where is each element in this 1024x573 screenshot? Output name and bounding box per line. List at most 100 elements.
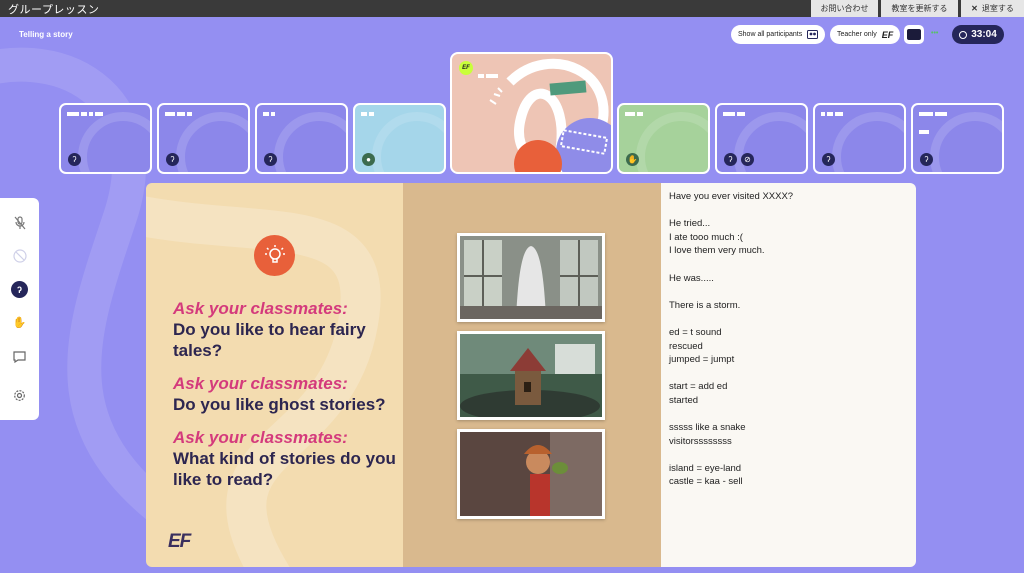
tile-decoration (274, 112, 346, 172)
note-line: I ate tooo much :( (669, 231, 743, 243)
app-title: グループレッスン (8, 3, 100, 16)
ef-logo-small: EF (881, 29, 894, 40)
note-line: I love them very much. (669, 245, 765, 257)
raise-hand-button[interactable]: ✋ (11, 314, 28, 331)
microphone-toggle[interactable] (11, 214, 28, 231)
teacher-ef-badge: EF (459, 61, 473, 75)
leave-room-label: 退室する (981, 4, 1014, 13)
ear-icon: ʔ (16, 284, 22, 295)
participant-tile[interactable]: ʔ (911, 103, 1004, 174)
ear-icon: ʔ (68, 153, 81, 166)
note-line: visitorssssssss (669, 435, 732, 447)
participant-name-redacted (723, 112, 763, 117)
participant-tile[interactable]: ʔ (59, 103, 152, 174)
ear-icon: ʔ (264, 153, 277, 166)
participant-tile[interactable]: ʔ (157, 103, 250, 174)
teacher-only-toggle[interactable]: Teacher only EF (830, 25, 901, 44)
ear-icon: ʔ (166, 153, 179, 166)
connection-indicator: ••• (931, 30, 939, 37)
participant-name-redacted (919, 112, 959, 134)
tile-decoration (832, 112, 904, 172)
prompt-heading: Ask your classmates: (173, 428, 348, 447)
note-line: sssss like a snake (669, 422, 746, 434)
message-button[interactable] (904, 25, 924, 44)
participant-tile[interactable]: ʔ ⊘ (715, 103, 808, 174)
camera-toggle[interactable] (11, 247, 28, 264)
prompt-2: Ask your classmates: Do you like ghost s… (173, 374, 403, 415)
prompt-question: Do you like ghost stories? (173, 395, 386, 414)
participant-name-redacted (821, 112, 861, 117)
gear-icon (14, 390, 25, 401)
note-line: jumped = jumpt (669, 354, 735, 366)
teacher-only-label: Teacher only (837, 31, 877, 38)
system-bar: グループレッスン お問い合わせ 教室を更新する ✕ 退室する (0, 0, 1024, 17)
note-line: rescued (669, 340, 703, 352)
note-line: He was..... (669, 272, 714, 284)
ghost-photo (457, 233, 605, 322)
note-line (669, 448, 908, 462)
chat-icon (13, 350, 26, 363)
participant-tile[interactable]: ✋ (617, 103, 710, 174)
hand-icon: ✋ (12, 317, 27, 329)
prompt-1: Ask your classmates: Do you like to hear… (173, 299, 403, 361)
note-line (669, 285, 908, 299)
lesson-timer: 33:04 (952, 25, 1004, 44)
tile-decoration (78, 112, 150, 172)
prompt-question: Do you like to hear fairy tales? (173, 320, 366, 360)
participant-name-redacted (67, 112, 107, 117)
timer-value: 33:04 (971, 29, 997, 40)
note-line: island = eye-land (669, 462, 742, 474)
settings-button[interactable] (11, 387, 28, 404)
hand-icon: ✋ (626, 153, 639, 166)
prompt-heading: Ask your classmates: (173, 299, 348, 318)
contact-button[interactable]: お問い合わせ (808, 0, 878, 17)
frog-prince-photo (457, 429, 605, 519)
participants-icon (807, 30, 819, 39)
refresh-classroom-button[interactable]: 教室を更新する (878, 0, 958, 17)
tile-decoration (930, 112, 1002, 172)
participant-tile[interactable]: ʔ (813, 103, 906, 174)
prompt-question: What kind of stories do you like to read… (173, 449, 396, 489)
fairy-house-photo (457, 331, 605, 420)
ear-icon: ʔ (822, 153, 835, 166)
ef-logo: EF (168, 531, 191, 552)
participant-tile[interactable]: ● (353, 103, 446, 174)
note-line: start = add ed (669, 381, 728, 393)
participant-name-redacted (263, 112, 303, 117)
note-line (669, 312, 908, 326)
note-line: Have you ever visited XXXX? (669, 191, 794, 202)
ear-icon: ʔ (920, 153, 933, 166)
teacher-video-tile[interactable]: EF (450, 52, 613, 174)
note-line (669, 258, 908, 272)
participant-name-redacted (165, 112, 205, 117)
participant-tile[interactable]: ʔ (255, 103, 348, 174)
tile-decoration (176, 112, 248, 172)
note-line (669, 367, 908, 381)
participant-name-redacted (625, 112, 665, 117)
video-off-icon: ⊘ (741, 153, 754, 166)
listen-toggle[interactable]: ʔ (11, 281, 28, 298)
show-all-participants-button[interactable]: Show all participants (731, 25, 826, 44)
teacher-name-redacted (478, 65, 498, 83)
note-line: There is a storm. (669, 299, 741, 311)
note-line: ed = t sound (669, 326, 722, 338)
tile-decoration (636, 112, 708, 172)
lesson-slide: Ask your classmates: Do you like to hear… (146, 183, 661, 567)
chat-button[interactable] (11, 348, 28, 365)
prompt-heading: Ask your classmates: (173, 374, 348, 393)
lightbulb-icon (254, 235, 295, 276)
lesson-title: Telling a story (19, 30, 73, 39)
close-icon: ✕ (971, 4, 978, 13)
microphone-icon: ● (362, 153, 375, 166)
prompt-3: Ask your classmates: What kind of storie… (173, 428, 403, 490)
microphone-icon (14, 215, 25, 229)
clock-icon (959, 30, 968, 39)
camera-off-icon (12, 248, 27, 263)
note-line (669, 408, 908, 422)
mail-icon (907, 29, 921, 40)
show-all-label: Show all participants (738, 31, 803, 38)
note-line (669, 204, 908, 218)
notes-panel[interactable]: Have you ever visited XXXX? He tried... I … (661, 183, 916, 567)
leave-room-button[interactable]: ✕ 退室する (958, 0, 1024, 17)
ear-icon: ʔ (724, 153, 737, 166)
